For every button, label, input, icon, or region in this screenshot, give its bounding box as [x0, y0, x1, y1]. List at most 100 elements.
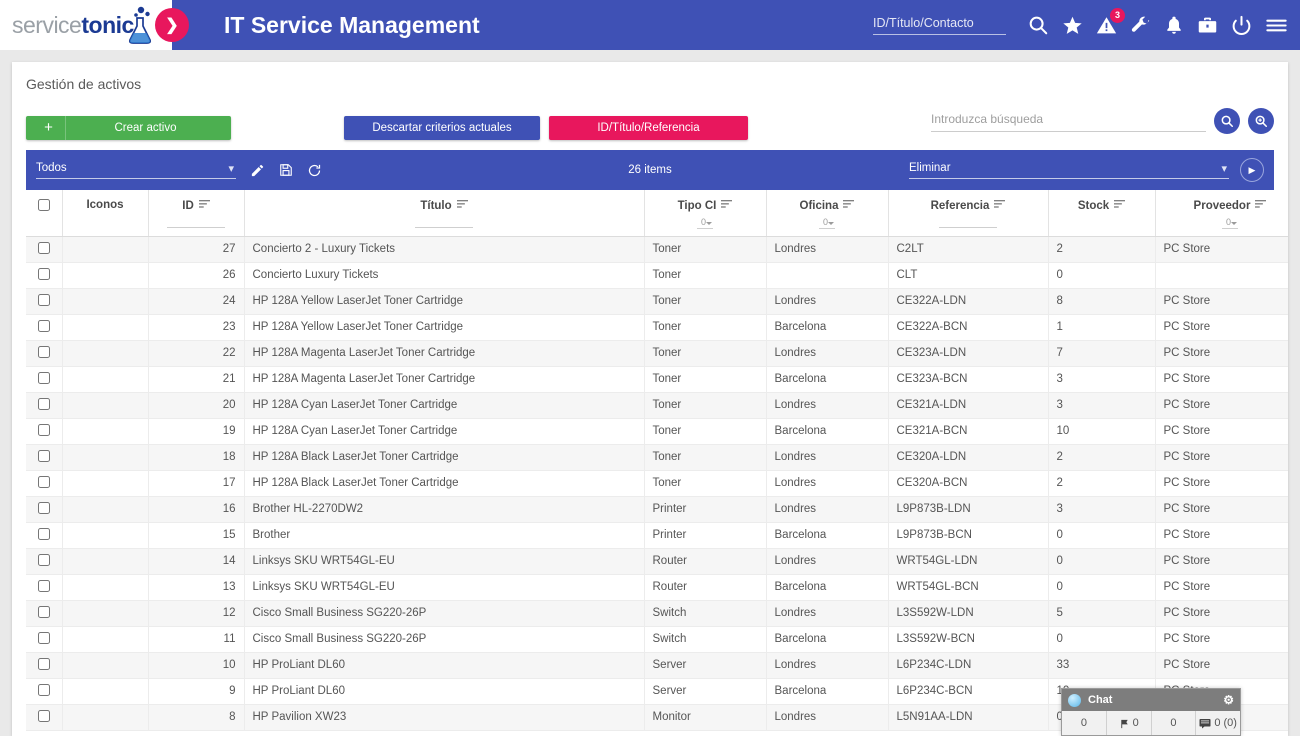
column-filter-tipo[interactable]: 0	[646, 217, 765, 229]
row-title[interactable]: HP 128A Magenta LaserJet Toner Cartridge	[244, 340, 645, 367]
row-checkbox-cell[interactable]	[26, 418, 63, 445]
select-all-checkbox[interactable]	[37, 199, 50, 211]
row-title[interactable]: HP 128A Yellow LaserJet Toner Cartridge	[244, 288, 645, 315]
column-header-stock[interactable]: Stock	[1048, 190, 1156, 237]
row-checkbox[interactable]	[37, 397, 50, 410]
column-filter-id[interactable]	[150, 217, 243, 228]
id-title-reference-button[interactable]: ID/Título/Referencia	[549, 116, 748, 140]
row-checkbox[interactable]	[37, 319, 50, 332]
table-row[interactable]: 14 Linksys SKU WRT54GL-EU Router Londres WRT…	[26, 548, 1288, 575]
star-icon[interactable]	[1062, 15, 1083, 36]
row-title[interactable]: HP ProLiant DL60	[244, 652, 645, 679]
search-button[interactable]	[1214, 108, 1240, 134]
sort-icon[interactable]	[1255, 199, 1267, 212]
briefcase-icon[interactable]	[1197, 15, 1218, 36]
table-row[interactable]: 13 Linksys SKU WRT54GL-EU Router Barcelona W…	[26, 574, 1288, 601]
row-title[interactable]: Concierto Luxury Tickets	[244, 262, 645, 289]
chat-widget[interactable]: Chat ⚙ 0 0 0 0 (0)	[1061, 688, 1241, 736]
bulk-action-selector[interactable]: Eliminar ▾	[909, 162, 1229, 179]
row-checkbox-cell[interactable]	[26, 340, 63, 367]
table-row[interactable]: 19 HP 128A Cyan LaserJet Toner Cartridge T…	[26, 418, 1288, 445]
search-icon[interactable]	[1027, 14, 1049, 36]
column-header-ref[interactable]: Referencia	[888, 190, 1049, 237]
chat-counter-active[interactable]: 0	[1152, 711, 1197, 735]
sort-icon[interactable]	[994, 199, 1006, 212]
next-arrow-badge[interactable]: ❯	[155, 8, 189, 42]
column-header-titulo[interactable]: Título	[244, 190, 645, 237]
chat-counter-flag[interactable]: 0	[1107, 711, 1152, 735]
row-checkbox-cell[interactable]	[26, 262, 63, 289]
select-all-checkbox-cell[interactable]	[26, 190, 63, 237]
hamburger-menu-icon[interactable]	[1265, 14, 1288, 37]
column-header-prov[interactable]: Proveedor 0	[1155, 190, 1289, 237]
table-row[interactable]: 18 HP 128A Black LaserJet Toner Cartridge…	[26, 444, 1288, 471]
row-checkbox-cell[interactable]	[26, 392, 63, 419]
warning-icon[interactable]: 3	[1096, 7, 1125, 36]
row-checkbox[interactable]	[37, 345, 50, 358]
table-row[interactable]: 15 Brother Printer Barcelona L9P873B-BCN 0 PC …	[26, 522, 1288, 549]
row-checkbox[interactable]	[37, 709, 50, 722]
table-row[interactable]: 26 Concierto Luxury Tickets Toner CLT 0	[26, 262, 1288, 289]
row-title[interactable]: Brother HL-2270DW2	[244, 496, 645, 523]
column-header-oficina[interactable]: Oficina 0	[766, 190, 889, 237]
bell-icon[interactable]	[1164, 15, 1184, 35]
row-checkbox-cell[interactable]	[26, 626, 63, 653]
column-header-tipo[interactable]: Tipo CI 0	[644, 190, 767, 237]
table-row[interactable]: 11 Cisco Small Business SG220-26P Switch Ba…	[26, 626, 1288, 653]
row-checkbox[interactable]	[37, 267, 50, 280]
column-header-id[interactable]: ID	[148, 190, 245, 237]
edit-view-icon[interactable]	[250, 163, 265, 178]
row-checkbox-cell[interactable]	[26, 236, 63, 263]
advanced-search-button[interactable]	[1248, 108, 1274, 134]
row-title[interactable]: Linksys SKU WRT54GL-EU	[244, 548, 645, 575]
row-title[interactable]: HP ProLiant DL60	[244, 678, 645, 705]
create-asset-button[interactable]: + Crear activo	[26, 116, 231, 140]
row-checkbox-cell[interactable]	[26, 444, 63, 471]
row-checkbox[interactable]	[37, 631, 50, 644]
table-row[interactable]: 21 HP 128A Magenta LaserJet Toner Cartrid…	[26, 366, 1288, 393]
row-title[interactable]: Cisco Small Business SG220-26P	[244, 626, 645, 653]
row-checkbox[interactable]	[37, 657, 50, 670]
column-filter-prov[interactable]: 0	[1157, 217, 1289, 229]
table-row[interactable]: 22 HP 128A Magenta LaserJet Toner Cartrid…	[26, 340, 1288, 367]
table-row[interactable]: 27 Concierto 2 - Luxury Tickets Toner Londr…	[26, 236, 1288, 263]
row-checkbox[interactable]	[37, 241, 50, 254]
run-bulk-action-button[interactable]: ▶	[1240, 158, 1264, 182]
row-title[interactable]: Linksys SKU WRT54GL-EU	[244, 574, 645, 601]
row-title[interactable]: Cisco Small Business SG220-26P	[244, 600, 645, 627]
row-checkbox-cell[interactable]	[26, 522, 63, 549]
row-checkbox-cell[interactable]	[26, 470, 63, 497]
row-checkbox-cell[interactable]	[26, 288, 63, 315]
row-title[interactable]: HP Pavilion XW23	[244, 704, 645, 731]
row-checkbox[interactable]	[37, 553, 50, 566]
row-title[interactable]: HP 128A Yellow LaserJet Toner Cartridge	[244, 314, 645, 341]
row-checkbox[interactable]	[37, 475, 50, 488]
chat-counter-waiting[interactable]: 0	[1062, 711, 1107, 735]
row-checkbox[interactable]	[37, 527, 50, 540]
row-checkbox-cell[interactable]	[26, 366, 63, 393]
table-row[interactable]: 12 Cisco Small Business SG220-26P Switch Lo…	[26, 600, 1288, 627]
row-checkbox-cell[interactable]	[26, 678, 63, 705]
row-title[interactable]: HP 128A Cyan LaserJet Toner Cartridge	[244, 392, 645, 419]
row-title[interactable]: HP 128A Black LaserJet Toner Cartridge	[244, 444, 645, 471]
row-checkbox[interactable]	[37, 423, 50, 436]
row-checkbox[interactable]	[37, 501, 50, 514]
table-row[interactable]: 20 HP 128A Cyan LaserJet Toner Cartridge T…	[26, 392, 1288, 419]
row-checkbox-cell[interactable]	[26, 496, 63, 523]
table-row[interactable]: 10 HP ProLiant DL60 Server Londres L6P234C-L…	[26, 652, 1288, 679]
row-checkbox-cell[interactable]	[26, 652, 63, 679]
row-checkbox-cell[interactable]	[26, 600, 63, 627]
sort-icon[interactable]	[721, 199, 733, 212]
sort-icon[interactable]	[198, 199, 210, 212]
table-row[interactable]: 16 Brother HL-2270DW2 Printer Londres L9P873…	[26, 496, 1288, 523]
view-selector[interactable]: Todos ▾	[36, 162, 236, 179]
row-title[interactable]: HP 128A Black LaserJet Toner Cartridge	[244, 470, 645, 497]
chat-counter-messages[interactable]: 0 (0)	[1196, 711, 1240, 735]
table-row[interactable]: 17 HP 128A Black LaserJet Toner Cartridge…	[26, 470, 1288, 497]
column-filter-oficina[interactable]: 0	[768, 217, 887, 229]
save-view-icon[interactable]	[279, 163, 293, 177]
row-checkbox-cell[interactable]	[26, 314, 63, 341]
column-filter-ref[interactable]	[890, 217, 1047, 228]
sort-icon[interactable]	[843, 199, 855, 212]
row-checkbox-cell[interactable]	[26, 548, 63, 575]
